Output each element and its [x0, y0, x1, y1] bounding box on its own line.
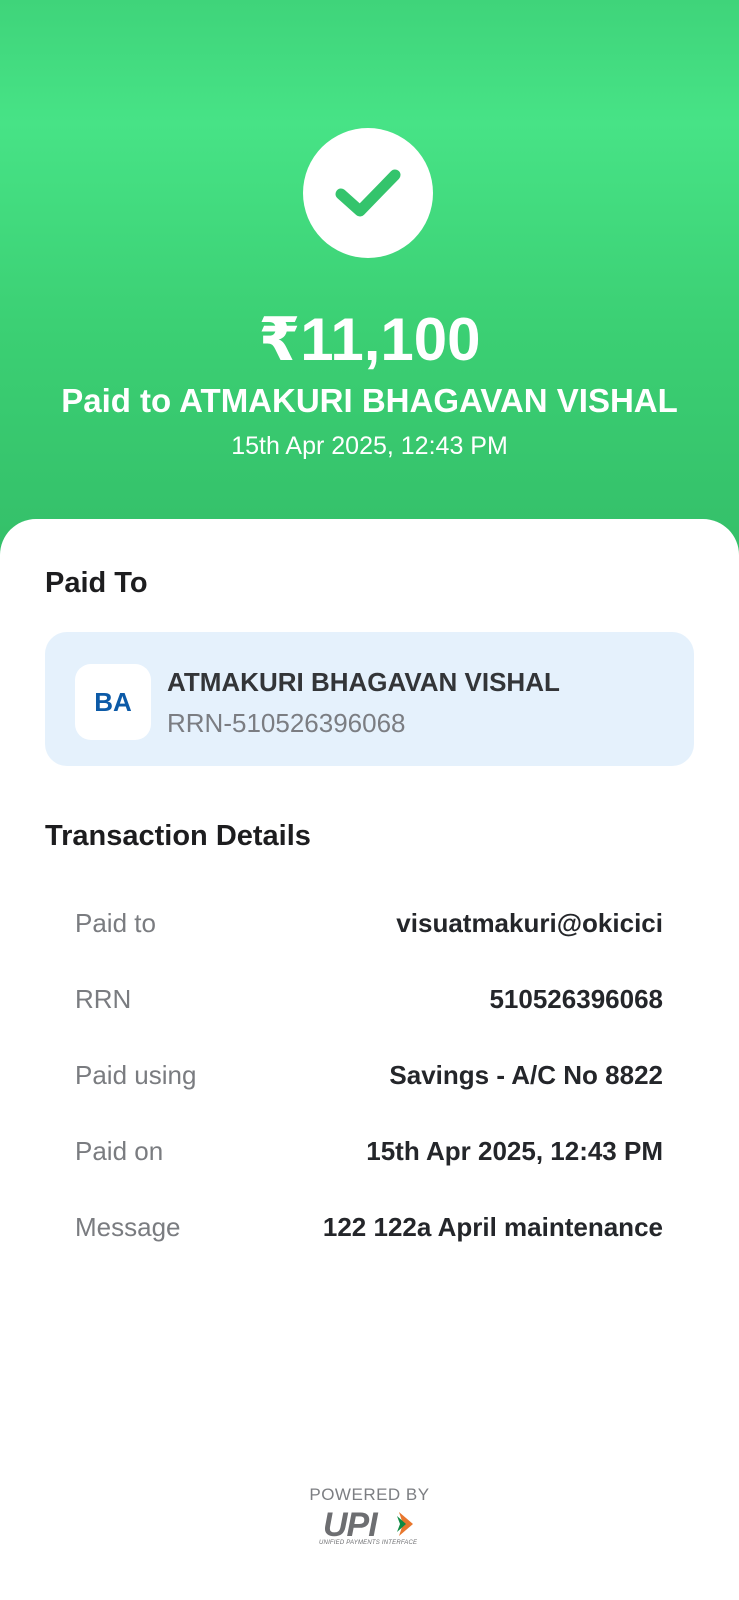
payee-rrn: RRN-510526396068: [167, 708, 406, 738]
payment-datetime: 15th Apr 2025, 12:43 PM: [231, 432, 508, 460]
payee-name: ATMAKURI BHAGAVAN VISHAL: [167, 667, 560, 697]
payee-card[interactable]: BA ATMAKURI BHAGAVAN VISHAL RRN-51052639…: [45, 632, 694, 766]
upi-logo-subtext: UNIFIED PAYMENTS INTERFACE: [319, 1540, 418, 1546]
detail-value: 122 122a April maintenance: [322, 1212, 663, 1242]
upi-logo: UPI UNIFIED PAYMENTS INTERFACE: [319, 1506, 421, 1550]
detail-label: Message: [75, 1212, 181, 1242]
payment-amount: ₹11,100: [258, 306, 481, 373]
detail-row-paid-on: Paid on 15th Apr 2025, 12:43 PM: [75, 1136, 663, 1172]
detail-label: RRN: [75, 984, 132, 1014]
transaction-details-title: Transaction Details: [45, 820, 311, 852]
payee-avatar: BA: [75, 664, 151, 740]
check-icon: [335, 169, 401, 217]
detail-value: 15th Apr 2025, 12:43 PM: [366, 1136, 663, 1166]
success-header: ₹11,100 Paid to ATMAKURI BHAGAVAN VISHAL…: [0, 0, 739, 560]
detail-row-paid-using: Paid using Savings - A/C No 8822: [75, 1060, 663, 1096]
detail-row-message: Message 122 122a April maintenance: [75, 1212, 663, 1248]
paid-to-section-title: Paid To: [45, 567, 148, 599]
detail-value: visuatmakuri@okicici: [396, 908, 663, 938]
detail-row-paid-to: Paid to visuatmakuri@okicici: [75, 908, 663, 944]
upi-arrow-icon: [397, 1512, 413, 1536]
detail-label: Paid using: [75, 1060, 197, 1090]
detail-value: Savings - A/C No 8822: [389, 1060, 663, 1090]
success-badge: [303, 128, 433, 258]
paid-to-heading: Paid to ATMAKURI BHAGAVAN VISHAL: [61, 382, 678, 419]
powered-by-label: POWERED BY: [309, 1485, 430, 1504]
detail-label: Paid on: [75, 1136, 164, 1166]
detail-value: 510526396068: [489, 984, 663, 1014]
detail-label: Paid to: [75, 908, 156, 938]
detail-row-rrn: RRN 510526396068: [75, 984, 663, 1020]
